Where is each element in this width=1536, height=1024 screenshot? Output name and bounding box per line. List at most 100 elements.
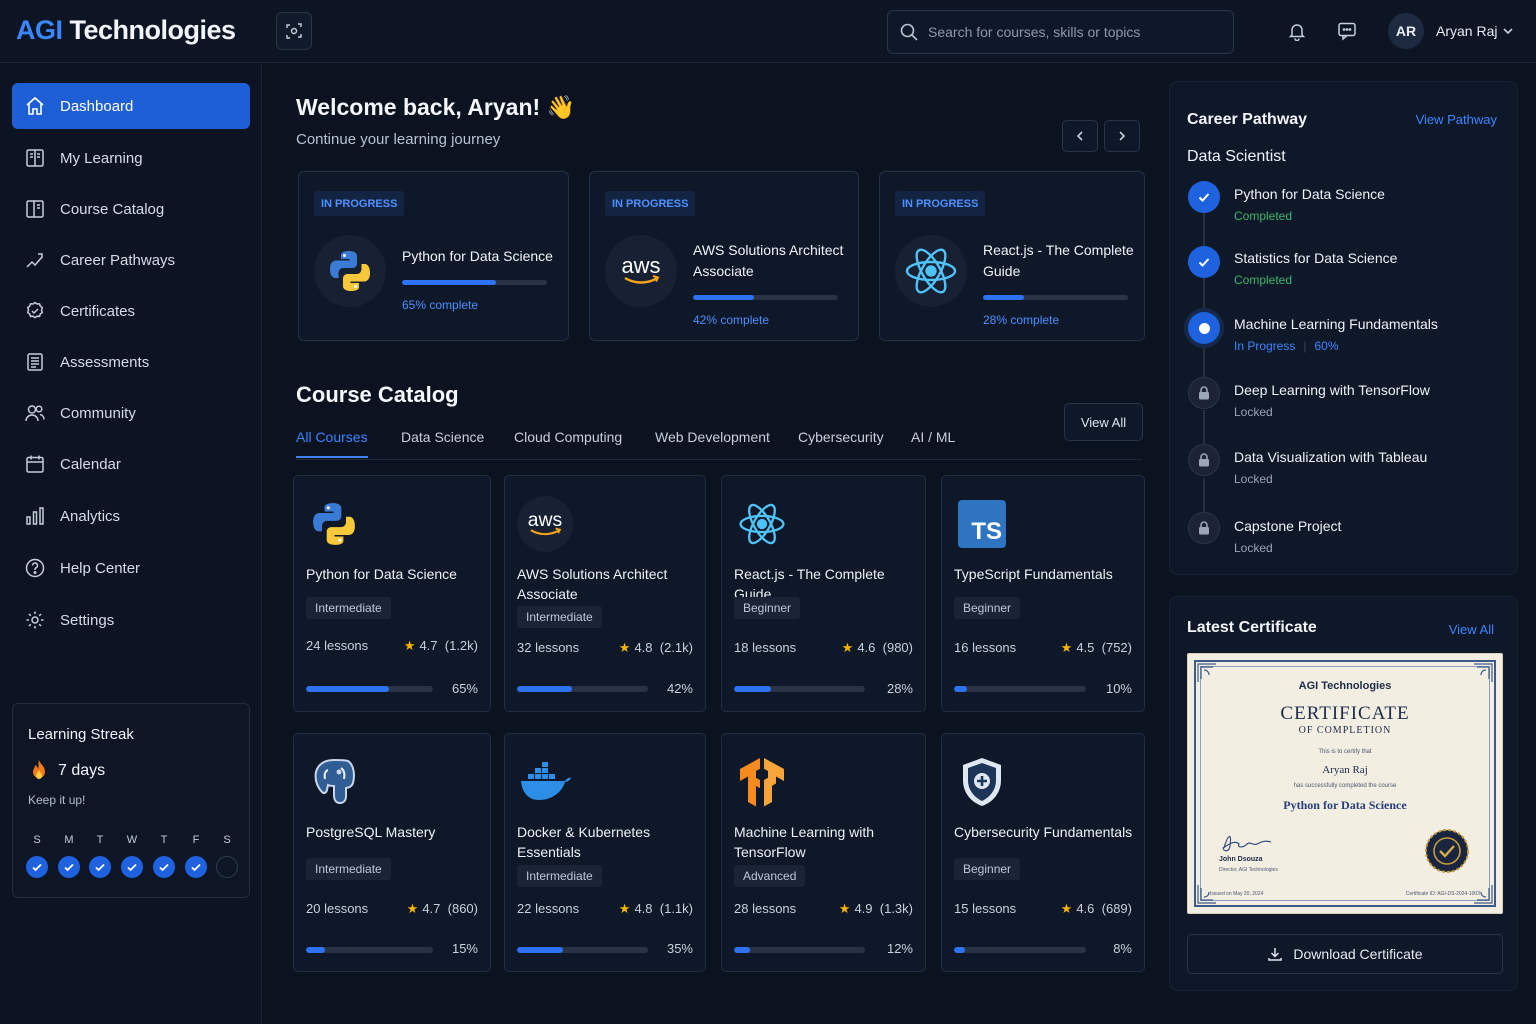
tab-cloud-computing[interactable]: Cloud Computing bbox=[514, 429, 622, 456]
step-completed-icon bbox=[1188, 246, 1220, 278]
sidebar-item-course-catalog[interactable]: Course Catalog bbox=[12, 186, 250, 232]
progress-bar bbox=[693, 295, 838, 300]
latest-certificate-title: Latest Certificate bbox=[1187, 619, 1317, 636]
carousel-prev-button[interactable] bbox=[1062, 120, 1098, 152]
sidebar-item-calendar[interactable]: Calendar bbox=[12, 441, 250, 487]
tab-web-development[interactable]: Web Development bbox=[655, 429, 770, 456]
course-card[interactable]: PostgreSQL Mastery Intermediate 20 lesso… bbox=[293, 733, 491, 972]
lock-icon bbox=[1188, 377, 1220, 409]
level-badge: Intermediate bbox=[517, 865, 602, 887]
certificate-issuer: AGI Technologies bbox=[1298, 680, 1392, 692]
in-progress-card[interactable]: IN PROGRESS Python for Data Science 65% … bbox=[298, 171, 569, 341]
sidebar-item-help-center[interactable]: Help Center bbox=[12, 545, 250, 591]
step-title[interactable]: Statistics for Data Science bbox=[1234, 250, 1397, 266]
course-title: Cybersecurity Fundamentals bbox=[954, 824, 1133, 840]
star-icon: ★ bbox=[1060, 901, 1073, 916]
tab-data-science[interactable]: Data Science bbox=[401, 429, 484, 456]
home-icon bbox=[24, 95, 46, 117]
book-icon bbox=[24, 147, 46, 169]
typescript-logo-text: TS bbox=[971, 518, 1002, 545]
level-badge: Intermediate bbox=[306, 858, 391, 880]
course-rating: ★ 4.8 (1.1k) bbox=[618, 901, 693, 916]
tab-cybersecurity[interactable]: Cybersecurity bbox=[798, 429, 884, 456]
in-progress-card[interactable]: IN PROGRESS aws AWS Solutions Architect … bbox=[589, 171, 859, 341]
chevron-left-icon bbox=[1076, 131, 1083, 141]
streak-title: Learning Streak bbox=[28, 726, 134, 743]
progress-fill bbox=[306, 947, 326, 953]
step-title[interactable]: Python for Data Science bbox=[1234, 186, 1385, 202]
progress-fill bbox=[983, 295, 1024, 300]
sidebar-item-settings[interactable]: Settings bbox=[12, 597, 250, 643]
bell-icon bbox=[1288, 24, 1306, 41]
progress-fill bbox=[517, 947, 563, 953]
step-title[interactable]: Deep Learning with TensorFlow bbox=[1234, 382, 1430, 398]
sidebar-item-dashboard[interactable]: Dashboard bbox=[12, 83, 250, 129]
search-bar[interactable] bbox=[887, 10, 1234, 54]
welcome-subtitle: Continue your learning journey bbox=[296, 131, 501, 148]
in-progress-card[interactable]: IN PROGRESS React.js - The Complete Guid… bbox=[879, 171, 1145, 341]
download-certificate-button[interactable]: Download Certificate bbox=[1187, 934, 1503, 974]
view-all-courses-button[interactable]: View All bbox=[1064, 403, 1143, 441]
course-card[interactable]: Cybersecurity Fundamentals Beginner 15 l… bbox=[941, 733, 1145, 972]
progress-bar bbox=[954, 947, 1086, 953]
lock-icon bbox=[1188, 444, 1220, 476]
course-card[interactable]: React.js - The Complete Guide Beginner 1… bbox=[721, 475, 926, 712]
step-title[interactable]: Capstone Project bbox=[1234, 518, 1341, 534]
messages-button[interactable] bbox=[1335, 19, 1359, 43]
tab-all-courses[interactable]: All Courses bbox=[296, 429, 368, 458]
course-rating: ★ 4.6 (980) bbox=[841, 640, 913, 655]
sidebar-item-assessments[interactable]: Assessments bbox=[12, 339, 250, 385]
welcome-heading: Welcome back, Aryan! 👋 bbox=[296, 94, 576, 120]
weekday-label: T bbox=[96, 834, 104, 846]
sidebar-item-analytics[interactable]: Analytics bbox=[12, 493, 250, 539]
course-card[interactable]: aws AWS Solutions Architect Associate In… bbox=[504, 475, 706, 712]
search-input[interactable] bbox=[928, 24, 1218, 40]
course-title: PostgreSQL Mastery bbox=[306, 824, 436, 840]
step-title[interactable]: Machine Learning Fundamentals bbox=[1234, 316, 1438, 332]
course-card[interactable]: Python for Data Science Intermediate 24 … bbox=[293, 475, 491, 712]
step-status: Completed bbox=[1234, 209, 1293, 223]
lesson-count: 20 lessons bbox=[306, 901, 369, 916]
scan-button[interactable] bbox=[276, 12, 312, 50]
tab-ai-ml[interactable]: AI / ML bbox=[911, 429, 955, 456]
progress-percent: 8% bbox=[1113, 941, 1132, 956]
course-rating: ★ 4.9 (1.3k) bbox=[838, 901, 913, 916]
sidebar-item-career-pathways[interactable]: Career Pathways bbox=[12, 237, 250, 283]
course-title: React.js - The Complete Guide bbox=[983, 242, 1134, 279]
sidebar-item-certificates[interactable]: Certificates bbox=[12, 288, 250, 334]
progress-label: 65% complete bbox=[402, 298, 479, 312]
step-title[interactable]: Data Visualization with Tableau bbox=[1234, 449, 1427, 465]
lesson-count: 28 lessons bbox=[734, 901, 797, 916]
status-badge: IN PROGRESS bbox=[314, 191, 405, 216]
view-all-certificates-link[interactable]: View All bbox=[1449, 622, 1494, 637]
app-logo[interactable]: AGI Technologies bbox=[16, 15, 236, 46]
user-name[interactable]: Aryan Raj bbox=[1436, 23, 1497, 39]
career-role: Data Scientist bbox=[1187, 148, 1286, 165]
sidebar-item-community[interactable]: Community bbox=[12, 390, 250, 436]
streak-empty-dot bbox=[216, 856, 238, 878]
certificate-preview[interactable]: AGI Technologies CERTIFICATE OF COMPLETI… bbox=[1187, 653, 1503, 914]
help-icon bbox=[24, 557, 46, 579]
docker-logo-icon bbox=[517, 754, 573, 810]
course-card[interactable]: Docker & Kubernetes Essentials Intermedi… bbox=[504, 733, 706, 972]
sidebar: Dashboard My Learning Course Catalog Car… bbox=[0, 64, 262, 1024]
sidebar-item-my-learning[interactable]: My Learning bbox=[12, 135, 250, 181]
course-card[interactable]: Machine Learning with TensorFlow Advance… bbox=[721, 733, 926, 972]
user-menu-toggle[interactable] bbox=[1502, 24, 1514, 42]
carousel-next-button[interactable] bbox=[1104, 120, 1140, 152]
progress-label: 28% complete bbox=[983, 313, 1060, 327]
step-completed-icon bbox=[1188, 181, 1220, 213]
avatar[interactable]: AR bbox=[1388, 13, 1424, 49]
course-title: Python for Data Science bbox=[402, 248, 553, 264]
certificate-issue-date: Issued on May 20, 2024 bbox=[1210, 891, 1264, 897]
certificate-recipient: Aryan Raj bbox=[1322, 764, 1368, 776]
step-connector bbox=[1203, 478, 1205, 514]
progress-bar bbox=[954, 686, 1086, 692]
star-icon: ★ bbox=[618, 640, 631, 655]
view-pathway-link[interactable]: View Pathway bbox=[1416, 112, 1497, 127]
notifications-button[interactable] bbox=[1285, 19, 1309, 43]
scan-icon bbox=[286, 23, 302, 39]
course-card[interactable]: TS TypeScript Fundamentals Beginner 16 l… bbox=[941, 475, 1145, 712]
career-pathway-title: Career Pathway bbox=[1187, 111, 1308, 128]
streak-check-icon bbox=[121, 856, 143, 878]
